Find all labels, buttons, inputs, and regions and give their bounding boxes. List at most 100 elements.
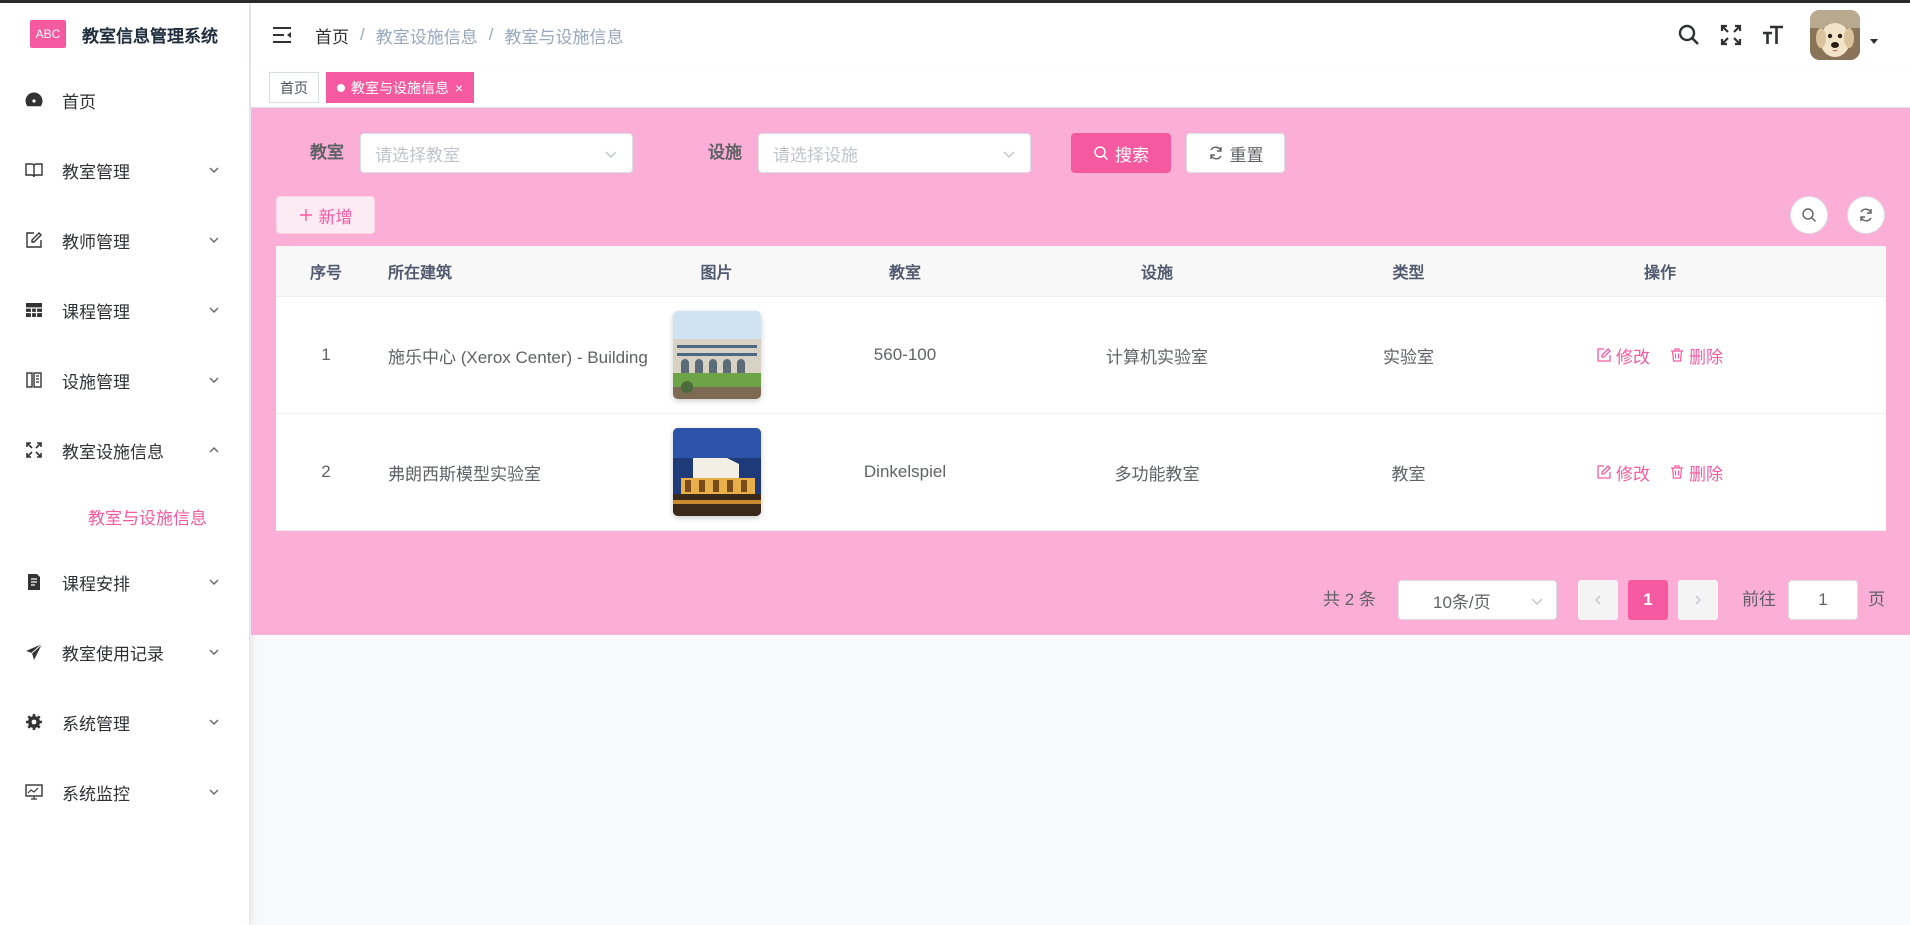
- facility-label: 设施: [708, 143, 742, 162]
- cell-building: 弗朗西斯模型实验室: [388, 464, 541, 484]
- sidebar-item-label: 课程管理: [62, 302, 130, 322]
- delete-button[interactable]: 删除: [1670, 343, 1723, 368]
- page-size-select[interactable]: 10条/页: [1398, 580, 1557, 620]
- next-page-button[interactable]: [1678, 580, 1718, 620]
- chevron-down-icon: [209, 167, 219, 173]
- tags-view: 首页 教室与设施信息 ×: [251, 67, 1910, 108]
- sidebar-item-classroom-facility[interactable]: 教室设施信息: [0, 415, 249, 485]
- add-button-label: 新增: [318, 207, 353, 227]
- pagination: 共 2 条 10条/页 1 前往 页: [251, 580, 1910, 620]
- column-header: 设施: [1140, 265, 1173, 282]
- cell-type: 教室: [1391, 464, 1426, 484]
- cell-index: 1: [321, 345, 331, 364]
- search-icon: [1094, 146, 1109, 161]
- edit-label: 修改: [1616, 464, 1650, 484]
- sidebar-item-schedule[interactable]: 课程安排: [0, 547, 249, 617]
- chevron-up-icon: [209, 447, 219, 453]
- cell-index: 2: [321, 462, 331, 481]
- send-icon: [24, 642, 44, 662]
- refresh-button[interactable]: [1847, 196, 1885, 234]
- sidebar-item-monitor[interactable]: 系统监控: [0, 757, 249, 827]
- breadcrumb-classroom-facility: 教室设施信息: [375, 27, 478, 47]
- main-content: 教室 请选择教室 设施 请选择设施 搜索 重置 新增 序号 所在建筑 图片 教室…: [251, 108, 1910, 635]
- column-header: 序号: [309, 265, 342, 282]
- building-icon: [24, 370, 44, 390]
- breadcrumb-separator: /: [488, 25, 494, 44]
- chevron-down-icon: [1003, 151, 1015, 158]
- column-header: 类型: [1392, 265, 1425, 282]
- font-size-icon[interactable]: [1760, 22, 1786, 48]
- edit-label: 修改: [1616, 347, 1650, 367]
- cell-classroom: Dinkelspiel: [863, 462, 947, 481]
- refresh-icon: [1860, 208, 1872, 222]
- building-photo[interactable]: [672, 428, 761, 516]
- avatar[interactable]: [1810, 10, 1860, 60]
- app-logo: ABC: [30, 20, 66, 48]
- delete-label: 删除: [1689, 347, 1723, 367]
- prev-page-button[interactable]: [1578, 580, 1618, 620]
- hamburger-icon[interactable]: [271, 24, 293, 46]
- classroom-label: 教室: [310, 143, 344, 162]
- tag-home[interactable]: 首页: [269, 72, 319, 103]
- sidebar-item-label: 设施管理: [62, 372, 130, 392]
- sidebar-item-facility[interactable]: 设施管理: [0, 345, 249, 415]
- gear-icon: [24, 712, 44, 732]
- sidebar-item-course[interactable]: 课程管理: [0, 275, 249, 345]
- cell-classroom: 560-100: [873, 345, 937, 364]
- edit-icon: [1597, 348, 1611, 362]
- delete-label: 删除: [1689, 464, 1723, 484]
- classroom-select[interactable]: 请选择教室: [360, 133, 633, 173]
- search-button-label: 搜索: [1115, 145, 1149, 165]
- classroom-placeholder: 请选择教室: [375, 145, 460, 165]
- search-icon[interactable]: [1676, 22, 1702, 48]
- page-size-value: 10条/页: [1433, 592, 1491, 612]
- sidebar-item-label: 系统管理: [62, 714, 130, 734]
- caret-down-icon[interactable]: [1868, 35, 1880, 47]
- cell-actions: 修改 删除: [1534, 297, 1786, 413]
- sidebar-item-home[interactable]: 首页: [0, 65, 249, 135]
- column-header: 操作: [1643, 265, 1676, 282]
- sidebar-item-system[interactable]: 系统管理: [0, 687, 249, 757]
- sidebar-item-label: 教室使用记录: [62, 644, 164, 664]
- table-icon: [24, 300, 44, 320]
- close-icon[interactable]: ×: [455, 80, 463, 96]
- edit-icon: [24, 230, 44, 250]
- goto-page-input[interactable]: [1788, 580, 1858, 620]
- edit-button[interactable]: 修改: [1597, 343, 1650, 368]
- logo-row[interactable]: ABC 教室信息管理系统: [0, 3, 249, 65]
- header-actions: [1676, 3, 1910, 67]
- trash-icon: [1671, 465, 1683, 479]
- sidebar-item-label: 课程安排: [62, 574, 130, 594]
- breadcrumb-home[interactable]: 首页: [315, 23, 349, 48]
- tag-active[interactable]: 教室与设施信息 ×: [326, 72, 475, 103]
- cell-actions: 修改 删除: [1534, 414, 1786, 530]
- add-button[interactable]: 新增: [276, 196, 375, 234]
- cell-facility: 多功能教室: [1114, 464, 1200, 484]
- monitor-icon: [24, 782, 44, 802]
- edit-button[interactable]: 修改: [1597, 460, 1650, 485]
- search-button[interactable]: 搜索: [1071, 133, 1171, 173]
- chevron-down-icon: [1531, 598, 1543, 605]
- reset-button[interactable]: 重置: [1186, 133, 1285, 173]
- cell-image: [654, 297, 779, 413]
- sidebar-item-classroom[interactable]: 教室管理: [0, 135, 249, 205]
- page-number-current[interactable]: 1: [1628, 580, 1668, 620]
- book-icon: [24, 160, 44, 180]
- sidebar-subitem-classroom-facility-info[interactable]: 教室与设施信息: [0, 485, 249, 547]
- facility-select[interactable]: 请选择设施: [758, 133, 1031, 173]
- building-photo[interactable]: [672, 311, 761, 399]
- sidebar-item-teacher[interactable]: 教师管理: [0, 205, 249, 275]
- fullscreen-icon[interactable]: [1718, 22, 1744, 48]
- active-dot-icon: [337, 83, 345, 92]
- chevron-down-icon: [209, 307, 219, 313]
- column-header: 教室: [888, 265, 921, 282]
- sidebar-item-usage-record[interactable]: 教室使用记录: [0, 617, 249, 687]
- delete-button[interactable]: 删除: [1670, 460, 1723, 485]
- search-form: 教室 请选择教室 设施 请选择设施 搜索 重置: [251, 133, 1910, 173]
- dashboard-icon: [24, 90, 44, 110]
- breadcrumb: 首页 / 教室设施信息 / 教室与设施信息: [315, 23, 623, 48]
- toggle-search-button[interactable]: [1790, 196, 1828, 234]
- cell-image: [654, 414, 779, 530]
- chevron-down-icon: [209, 649, 219, 655]
- facility-placeholder: 请选择设施: [773, 145, 858, 165]
